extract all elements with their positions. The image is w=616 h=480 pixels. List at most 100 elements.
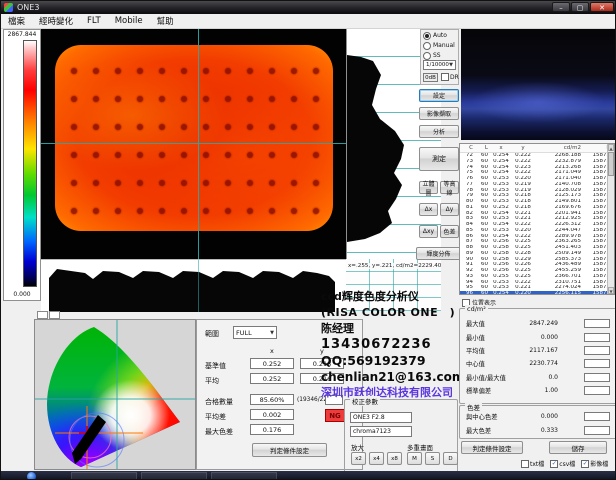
avg-diff-label: 平均差 bbox=[205, 412, 226, 422]
calibration-param2-field[interactable]: chroma7123 bbox=[350, 426, 412, 437]
start-orb-icon[interactable] bbox=[27, 472, 36, 480]
camera-preview-image[interactable] bbox=[461, 29, 615, 140]
menu-item[interactable]: 經時變化 bbox=[32, 14, 80, 28]
table-row[interactable]: 96600.2540.2202256.11515873 bbox=[460, 291, 614, 295]
menu-bar: 檔案經時變化FLTMobile幫助 bbox=[1, 14, 616, 29]
app-icon bbox=[4, 3, 13, 12]
range-select[interactable]: FULL ▼ bbox=[233, 326, 277, 339]
stat-value: 2847.249 bbox=[485, 320, 584, 327]
contact-line: QQ:569192379 bbox=[321, 353, 451, 369]
scroll-down-icon[interactable]: ▼ bbox=[608, 287, 614, 294]
chevron-down-icon: ▼ bbox=[270, 330, 274, 336]
scrollbar-thumb[interactable] bbox=[608, 152, 614, 176]
stat-value: 2117.167 bbox=[485, 347, 584, 354]
contour-button[interactable]: 等高線 bbox=[440, 181, 459, 194]
minimize-button[interactable]: – bbox=[552, 2, 570, 12]
contact-line: 陈经理 bbox=[321, 321, 451, 337]
maximize-button[interactable]: ▢ bbox=[571, 2, 589, 12]
multi-screen-s-button[interactable]: S bbox=[425, 452, 440, 465]
stat-field[interactable] bbox=[584, 412, 610, 421]
delta-x-button[interactable]: Δx bbox=[419, 203, 438, 216]
close-button[interactable]: ✕ bbox=[590, 2, 614, 12]
title-bar: ONE3 – ▢ ✕ bbox=[1, 1, 616, 14]
contact-line: ccd辉度色度分析仪 bbox=[321, 289, 451, 305]
column-x-label: x bbox=[270, 347, 274, 355]
shutter-select[interactable]: 1/10000 ▼ bbox=[423, 60, 456, 70]
stat-row: 與中心色差0.000 bbox=[466, 410, 610, 423]
cie-chromaticity-panel[interactable] bbox=[34, 319, 196, 470]
mode-option-manual[interactable]: Manual bbox=[423, 41, 458, 50]
stat-field[interactable] bbox=[584, 319, 610, 328]
horizontal-profile-plot bbox=[41, 260, 346, 312]
table-cell: 96 bbox=[460, 291, 475, 295]
dr-option[interactable]: DR bbox=[441, 73, 459, 81]
cursor-readout: x=.255, y=.221, cd/m2=2229.401 bbox=[348, 263, 441, 269]
menu-item[interactable]: FLT bbox=[80, 15, 108, 27]
table-scrollbar[interactable]: ▲ ▼ bbox=[607, 144, 614, 294]
judge-condition-button[interactable]: 判定條件設定 bbox=[461, 441, 523, 454]
judge-condition-button[interactable]: 判定條件設定 bbox=[252, 443, 327, 457]
mini-field[interactable] bbox=[37, 311, 48, 319]
multi-screen-d-button[interactable]: D bbox=[443, 452, 458, 465]
taskbar-item[interactable] bbox=[141, 472, 207, 480]
stat-row: 中心值2230.774 bbox=[466, 357, 610, 370]
delta-y-button[interactable]: Δy bbox=[440, 203, 459, 216]
radio-dot bbox=[425, 34, 429, 38]
taskbar-item[interactable] bbox=[211, 472, 277, 480]
calibration-param1-field[interactable]: ONE3 F2.8 bbox=[350, 412, 412, 423]
image-capture-button[interactable]: 影像擷取 bbox=[419, 107, 459, 120]
menu-item[interactable]: 檔案 bbox=[1, 14, 32, 28]
menu-item[interactable]: Mobile bbox=[108, 15, 150, 27]
stat-label: 中心值 bbox=[466, 359, 485, 368]
save-option[interactable]: ✓csv檔 bbox=[550, 459, 575, 468]
avg-diff-field: 0.002 bbox=[250, 409, 294, 420]
multi-screen-m-button[interactable]: M bbox=[407, 452, 422, 465]
stat-field[interactable] bbox=[584, 359, 610, 368]
mode-option-auto[interactable]: Auto bbox=[423, 31, 458, 40]
menu-item[interactable]: 幫助 bbox=[150, 14, 181, 28]
stat-row: 最大值2847.249 bbox=[466, 317, 610, 330]
average-x-field[interactable]: 0.252 bbox=[250, 373, 294, 384]
stat-field[interactable] bbox=[584, 346, 610, 355]
stat-field[interactable] bbox=[584, 426, 610, 435]
table-header-cell: x bbox=[490, 144, 512, 152]
color-diff-button[interactable]: 色差 bbox=[440, 225, 459, 238]
exposure-control-group: Auto Manual SS 1/10000 ▼ 0dB DR bbox=[420, 29, 459, 85]
stat-field[interactable] bbox=[584, 373, 610, 382]
colorbar-max-label: 2867.844 bbox=[4, 31, 40, 38]
multi-screen-label: 多重畫面 bbox=[407, 442, 433, 452]
zoom-x8-button[interactable]: x8 bbox=[387, 452, 402, 465]
table-header-cell: y bbox=[512, 144, 534, 152]
taskbar-item[interactable] bbox=[71, 472, 137, 480]
vendor-contact-block: ccd辉度色度分析仪(RISA COLOR ONE )陈经理1343067223… bbox=[321, 289, 451, 401]
zoom-x2-button[interactable]: x2 bbox=[351, 452, 366, 465]
luminance-distribution-button[interactable]: 輝度分佈 bbox=[416, 247, 461, 260]
calibration-title: 校正參數 bbox=[350, 396, 380, 406]
stat-field[interactable] bbox=[584, 386, 610, 395]
surface-3d-button[interactable]: 立體圖 bbox=[419, 181, 438, 194]
stat-field[interactable] bbox=[584, 333, 610, 342]
measurement-table[interactable]: CLxycd/m2K 72600.2540.2222268.1881587373… bbox=[459, 143, 615, 295]
mode-label: Manual bbox=[433, 42, 455, 49]
save-option[interactable]: ✓影像檔 bbox=[581, 459, 608, 468]
measure-button[interactable]: 測定 bbox=[419, 147, 459, 171]
luminance-heatmap[interactable] bbox=[41, 29, 346, 259]
colorbar-panel: 2867.844 0.000 bbox=[3, 29, 41, 301]
zoom-x4-button[interactable]: x4 bbox=[369, 452, 384, 465]
save-option[interactable]: txt檔 bbox=[521, 459, 544, 468]
mode-label: Auto bbox=[433, 32, 447, 39]
mode-option-ss[interactable]: SS bbox=[423, 51, 458, 60]
table-header-cell: C bbox=[460, 144, 475, 152]
analyze-button[interactable]: 分析 bbox=[419, 125, 459, 138]
scroll-up-icon[interactable]: ▲ bbox=[608, 144, 614, 151]
heatmap-led-dots bbox=[63, 57, 325, 219]
window-title: ONE3 bbox=[17, 3, 39, 12]
gain-display[interactable]: 0dB bbox=[423, 73, 438, 82]
delta-xy-button[interactable]: Δxy bbox=[419, 225, 438, 238]
calibration-group: 校正參數 ONE3 F2.8 chroma7123 放大 x2x4x8 多重畫面… bbox=[344, 399, 458, 473]
save-button[interactable]: 儲存 bbox=[549, 441, 607, 454]
mini-field[interactable] bbox=[49, 311, 60, 319]
reference-x-field[interactable]: 0.252 bbox=[250, 358, 294, 369]
settings-button[interactable]: 設定 bbox=[419, 89, 459, 102]
application-window: ONE3 – ▢ ✕ 檔案經時變化FLTMobile幫助 2867.844 0.… bbox=[0, 0, 616, 480]
